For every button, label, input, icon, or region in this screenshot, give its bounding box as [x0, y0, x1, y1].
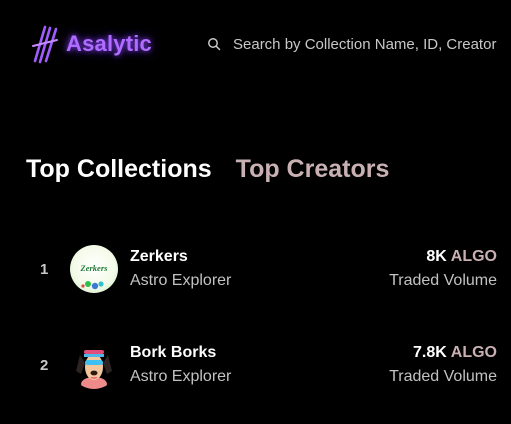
creator-name: Astro Explorer: [130, 368, 232, 385]
asalytic-logo-icon: [32, 25, 58, 64]
volume-currency: ALGO: [450, 248, 497, 265]
search-input[interactable]: [233, 35, 511, 53]
volume-amount: 7.8K: [412, 344, 447, 361]
bork-borks-avatar-image: [70, 341, 118, 389]
avatar: [70, 341, 118, 389]
volume-amount: 8K: [426, 248, 447, 265]
collection-name: Zerkers: [130, 248, 188, 265]
tab-top-creators[interactable]: Top Creators: [236, 155, 390, 184]
brand-logo[interactable]: Asalytic: [32, 24, 152, 64]
list-item[interactable]: 1 Zerkers Zerkers Astro Explorer 8K ALGO …: [0, 245, 511, 295]
traded-volume-label: Traded Volume: [389, 272, 497, 289]
rank-number: 1: [40, 261, 49, 278]
traded-volume-value: 8K ALGO: [426, 248, 497, 266]
collection-tabs: Top Collections Top Creators: [26, 155, 389, 184]
zerkers-avatar-image: Zerkers: [70, 245, 118, 293]
list-item[interactable]: 2 Bork Borks Astro Explorer 7.8K ALGO Tra…: [0, 341, 511, 391]
svg-text:Zerkers: Zerkers: [80, 263, 109, 273]
rank-number: 2: [40, 357, 49, 374]
search-bar[interactable]: [207, 32, 511, 56]
avatar: Zerkers: [70, 245, 118, 293]
traded-volume-label: Traded Volume: [389, 368, 497, 385]
search-icon: [208, 38, 221, 51]
brand-name: Asalytic: [66, 31, 152, 56]
collection-name: Bork Borks: [130, 344, 217, 361]
traded-volume-value: 7.8K ALGO: [413, 344, 497, 362]
tab-top-collections[interactable]: Top Collections: [26, 155, 212, 184]
top-bar: Asalytic: [0, 0, 511, 90]
creator-name: Astro Explorer: [130, 272, 232, 289]
volume-currency: ALGO: [450, 344, 497, 361]
